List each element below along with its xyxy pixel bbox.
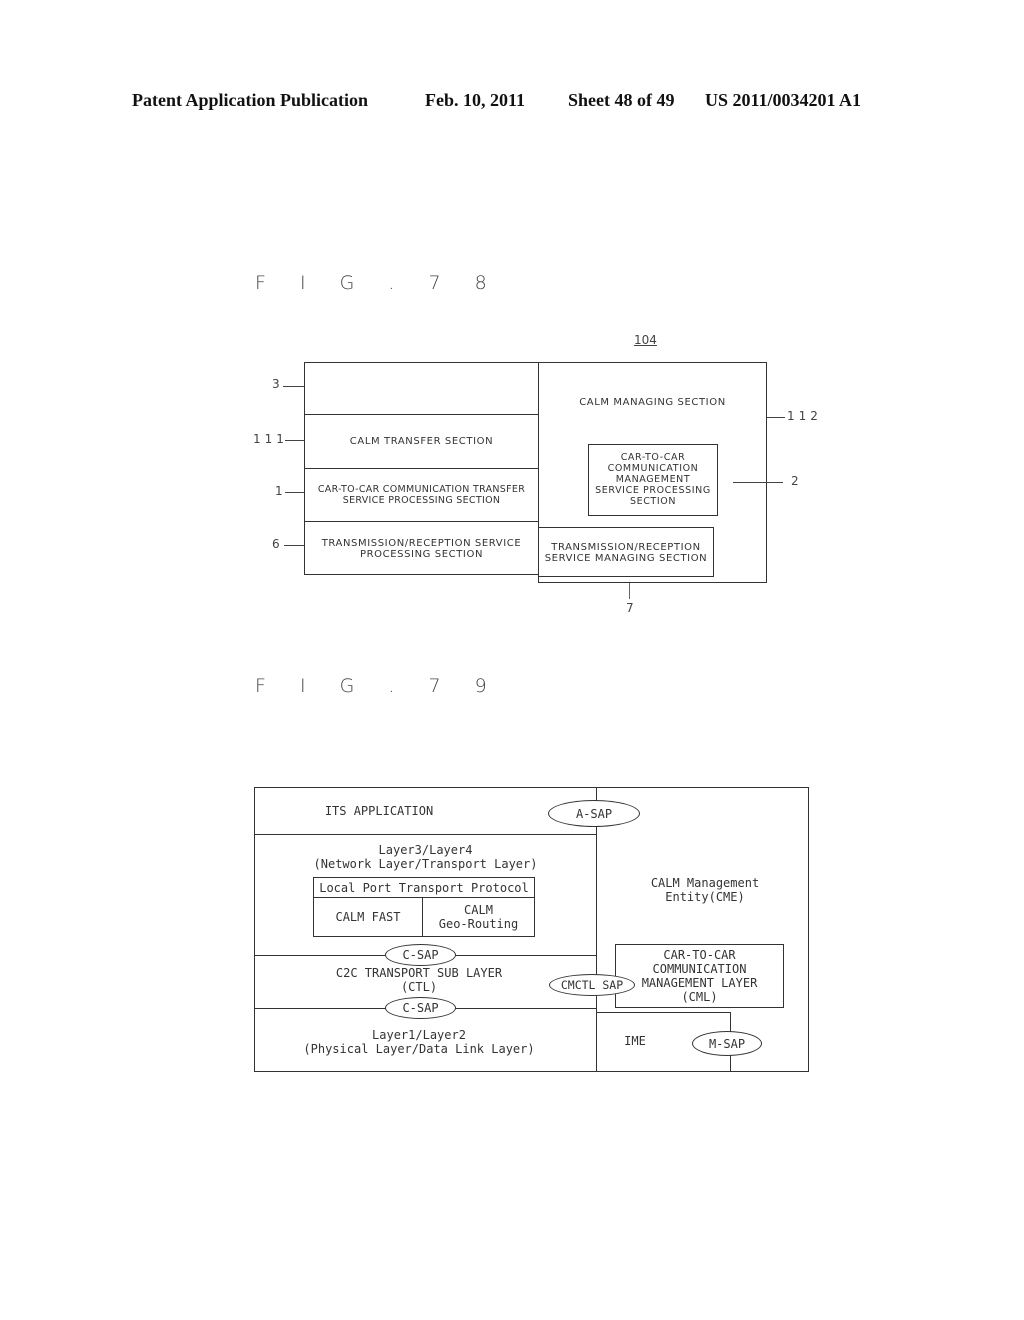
leader-line-112 [767,417,785,418]
leader-line-3 [283,386,304,387]
cml-label: CAR-TO-CAR COMMUNICATION MANAGEMENT LAYE… [641,948,758,1004]
cml-block: CAR-TO-CAR COMMUNICATION MANAGEMENT LAYE… [615,944,784,1008]
c2c-management-service-section: CAR-TO-CAR COMMUNICATION MANAGEMENT SERV… [588,444,718,516]
txrx-processing-section: TRANSMISSION/RECEPTION SERVICE PROCESSIN… [304,521,539,575]
c-sap-upper-oval: C-SAP [385,944,456,966]
c-sap-lower-oval: C-SAP [385,997,456,1019]
publication-title: Patent Application Publication [132,90,369,110]
c2c-transfer-label: CAR-TO-CAR COMMUNICATION TRANSFER SERVIC… [317,484,526,506]
ref-111: 111 [253,432,288,446]
figure-79-label: F I G . 7 9 [255,675,501,697]
leader-line-7 [629,583,630,599]
ime-top-divider [596,1012,730,1013]
leader-line-6 [284,545,304,546]
txrx-processing-label: TRANSMISSION/RECEPTION SERVICE PROCESSIN… [321,538,522,560]
lptp-label: Local Port Transport Protocol [319,881,529,895]
calm-managing-label: CALM MANAGING SECTION [579,397,726,408]
calm-transfer-label: CALM TRANSFER SECTION [349,436,494,447]
sheet-number: Sheet 48 of 49 [568,90,675,110]
figure-78-label: F I G . 7 8 [255,272,501,294]
ref-6: 6 [272,537,280,551]
its-application-label: ITS APPLICATION [324,804,434,818]
calm-transfer-section: CALM TRANSFER SECTION [304,414,539,469]
a-sap-oval: A-SAP [548,800,640,827]
leader-line-2 [733,482,783,483]
layer12-label: Layer1/Layer2 (Physical Layer/Data Link … [303,1028,535,1056]
c2c-management-label: CAR-TO-CAR COMMUNICATION MANAGEMENT SERV… [595,452,711,507]
block-3 [304,362,539,415]
cme-label: CALM Management Entity(CME) [650,876,760,904]
local-port-transport-protocol: Local Port Transport Protocol [313,877,535,898]
c2c-transfer-service-section: CAR-TO-CAR COMMUNICATION TRANSFER SERVIC… [304,468,539,522]
publication-date: Feb. 10, 2011 [425,90,526,110]
m-sap-oval: M-SAP [692,1031,762,1056]
calm-geo-routing-block: CALM Geo-Routing [422,897,535,937]
ref-1: 1 [275,484,283,498]
management-divider [596,787,597,1072]
c2c-transport-label: C2C TRANSPORT SUB LAYER (CTL) [335,966,503,994]
patent-number: US 2011/0034201 A1 [705,90,862,110]
calm-fast-label: CALM FAST [335,910,401,924]
geo-routing-label: CALM Geo-Routing [438,903,519,931]
cmctl-sap-oval: CMCTL SAP [549,974,635,996]
leader-line-111 [285,440,304,441]
ref-112: 112 [787,409,822,423]
ref-2: 2 [791,474,799,488]
ref-3: 3 [272,377,280,391]
ref-104: 104 [634,333,657,347]
txrx-managing-label: TRANSMISSION/RECEPTION SERVICE MANAGING … [544,542,708,564]
ime-label: IME [624,1034,646,1048]
leader-line-1 [285,492,304,493]
calm-fast-block: CALM FAST [313,897,423,937]
ref-7: 7 [626,601,634,615]
its-app-divider [254,834,597,835]
txrx-managing-section: TRANSMISSION/RECEPTION SERVICE MANAGING … [538,527,714,577]
layer34-label: Layer3/Layer4 (Network Layer/Transport L… [313,843,538,871]
